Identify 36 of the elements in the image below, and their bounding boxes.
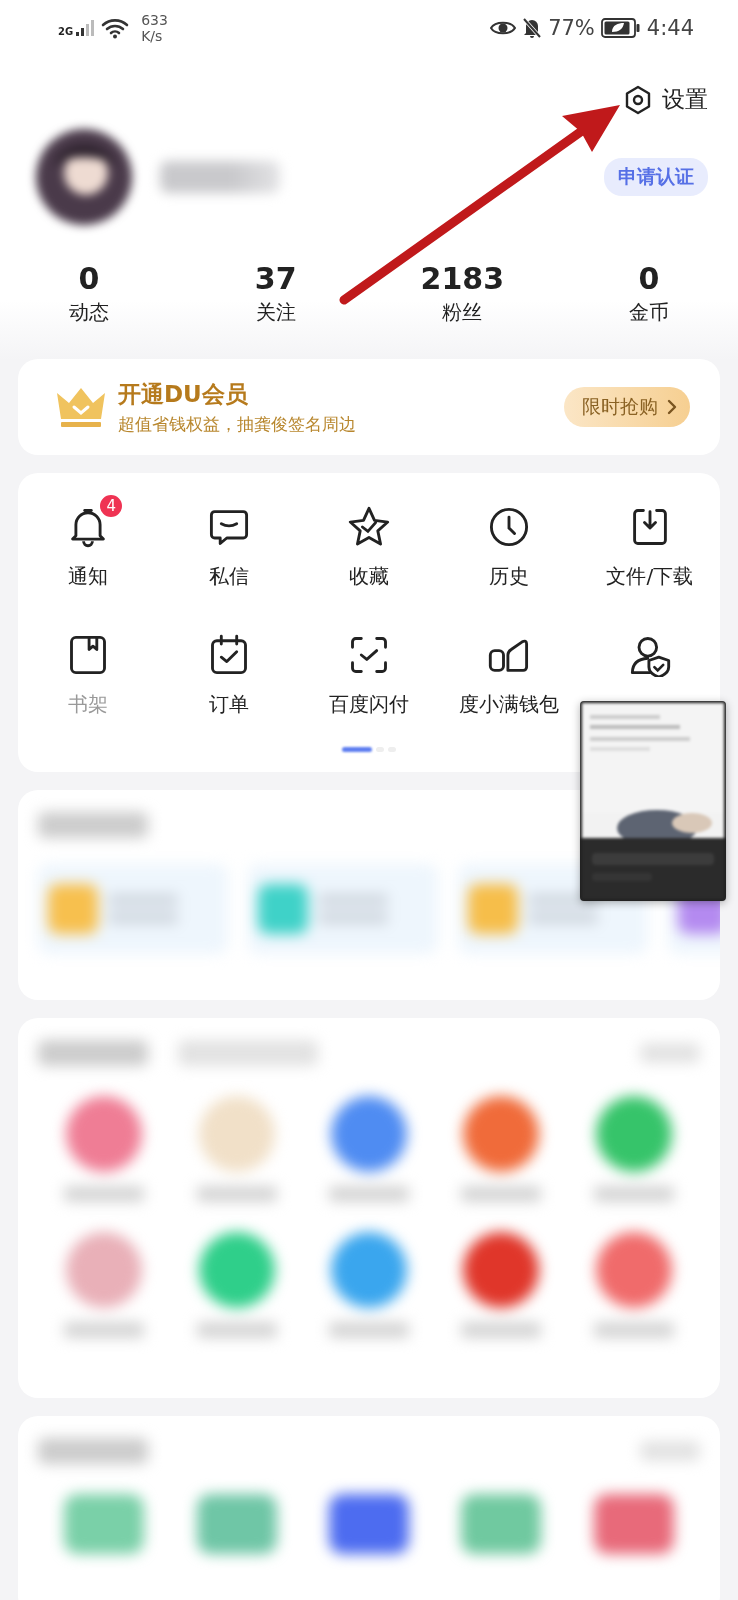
network-label: 2G xyxy=(58,26,74,37)
clock-time: 4:44 xyxy=(646,16,694,40)
settings-icon xyxy=(624,84,652,115)
verify-button[interactable]: 申请认证 xyxy=(604,158,708,196)
stat-value[interactable]: 0 xyxy=(638,261,660,297)
stat-value[interactable]: 37 xyxy=(254,261,297,297)
stat-label[interactable]: 金币 xyxy=(628,297,669,327)
vip-title: 开通DU会员 xyxy=(118,379,249,409)
stat-label[interactable]: 动态 xyxy=(69,297,109,327)
shortcut-label[interactable]: 百度闪付 xyxy=(329,691,409,717)
stat-label[interactable]: 粉丝 xyxy=(442,297,483,327)
signal-icon xyxy=(75,19,96,37)
shortcut-label[interactable]: 文件/下载 xyxy=(606,563,694,589)
offer-button[interactable]: 限时抢购 xyxy=(564,387,690,427)
stat-value[interactable]: 0 xyxy=(78,261,100,297)
vip-subtitle: 超值省钱权益，抽龚俊签名周边 xyxy=(118,412,356,436)
shortcut-label[interactable]: 历史 xyxy=(489,563,530,589)
stat-label[interactable]: 关注 xyxy=(255,297,296,327)
chevron-icon xyxy=(666,398,678,416)
avatar[interactable] xyxy=(34,127,134,227)
battery-percent: 77% xyxy=(548,16,595,40)
settings-button[interactable]: 设置 xyxy=(624,84,708,115)
speed-value: 633 xyxy=(141,12,168,28)
speed-unit: K/s xyxy=(141,28,164,44)
shortcut-label[interactable]: 订单 xyxy=(208,691,249,717)
shortcut-label[interactable]: 通知 xyxy=(68,563,109,589)
shortcut-label[interactable]: 收藏 xyxy=(349,563,389,589)
shortcut-label[interactable]: 私信 xyxy=(208,563,249,589)
shortcut-label[interactable]: 度小满钱包 xyxy=(459,691,560,717)
notification-badge: 4 xyxy=(98,493,125,519)
star-icon[interactable] xyxy=(347,505,391,549)
vip-card[interactable]: 开通DU会员 超值省钱权益，抽龚俊签名周边 限时抢购 xyxy=(18,359,720,455)
stat-value[interactable]: 2183 xyxy=(420,261,505,297)
eye-icon xyxy=(490,19,517,37)
muted-bell-icon xyxy=(522,17,543,39)
battery-icon xyxy=(600,17,641,39)
